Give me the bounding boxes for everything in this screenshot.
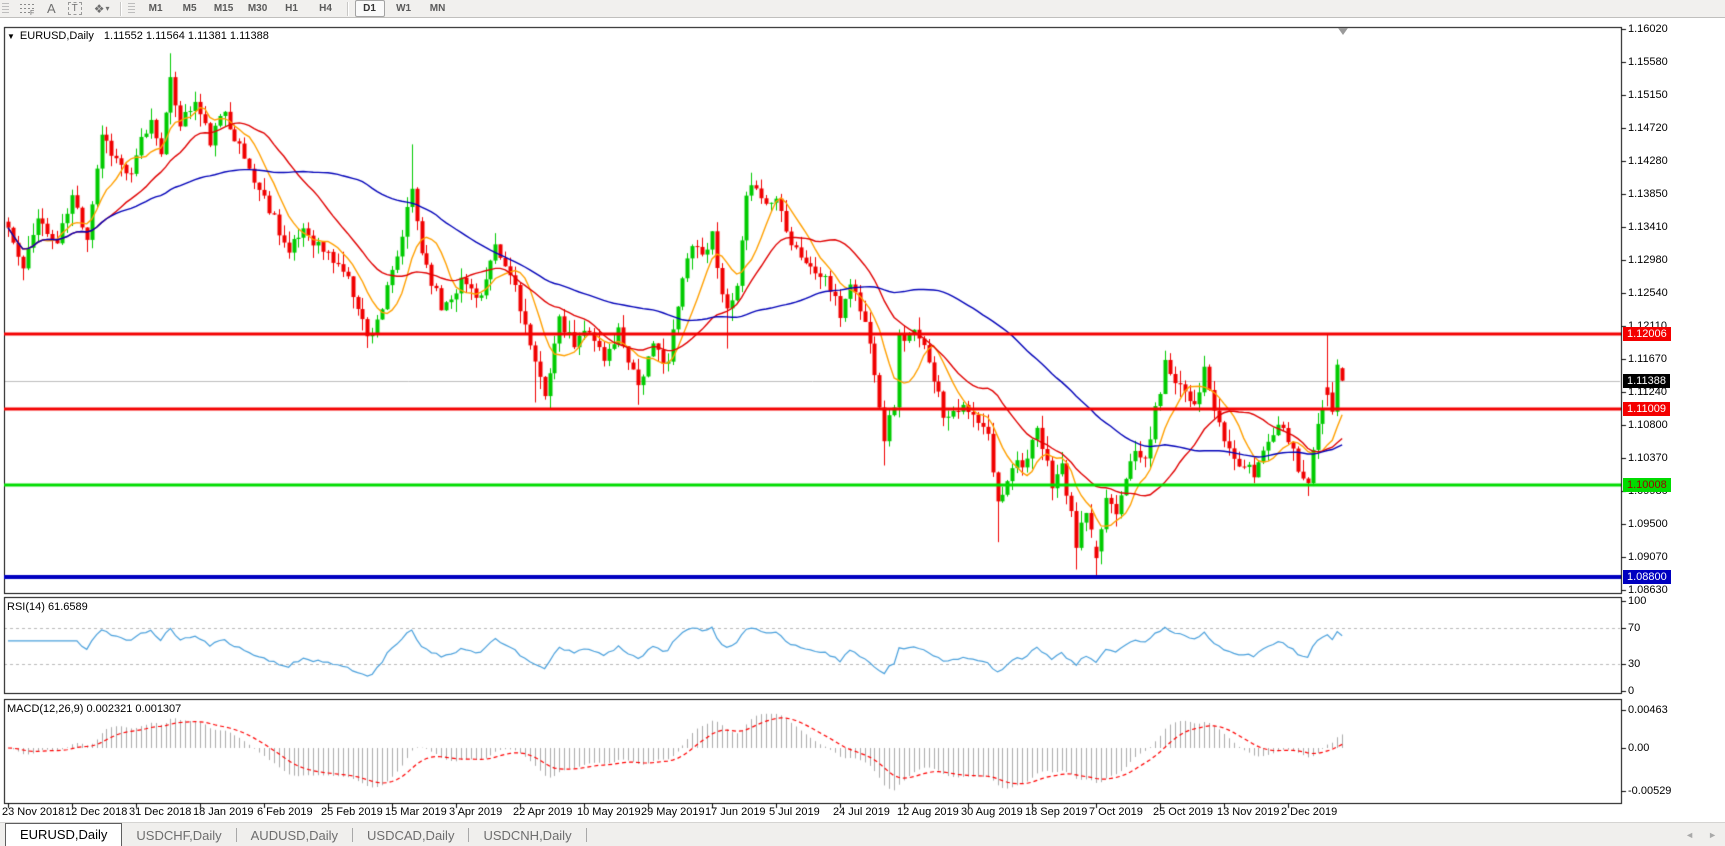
tab-nav-right-icon[interactable]: ► (1708, 830, 1717, 840)
symbol-tab-usdchf[interactable]: USDCHF,Daily (122, 825, 235, 846)
symbol-tab-audusd[interactable]: AUDUSD,Daily (237, 825, 352, 846)
symbol-tabbar: EURUSD,DailyUSDCHF,DailyAUDUSD,DailyUSDC… (0, 822, 1725, 846)
tab-nav-left-icon[interactable]: ◄ (1685, 830, 1694, 840)
tab-separator (586, 828, 587, 842)
symbol-tabs: EURUSD,DailyUSDCHF,DailyAUDUSD,DailyUSDC… (0, 823, 587, 846)
tab-nav: ◄ ► (1685, 830, 1717, 840)
symbol-tab-usdcnh[interactable]: USDCNH,Daily (469, 825, 585, 846)
chart-canvas[interactable] (0, 0, 1725, 846)
symbol-tab-usdcad[interactable]: USDCAD,Daily (353, 825, 468, 846)
trading-terminal: F A T ❖ ▾ M1M5M15M30H1H4D1W1MN ▼EURUSD,D… (0, 0, 1725, 846)
symbol-tab-eurusd[interactable]: EURUSD,Daily (5, 823, 122, 846)
